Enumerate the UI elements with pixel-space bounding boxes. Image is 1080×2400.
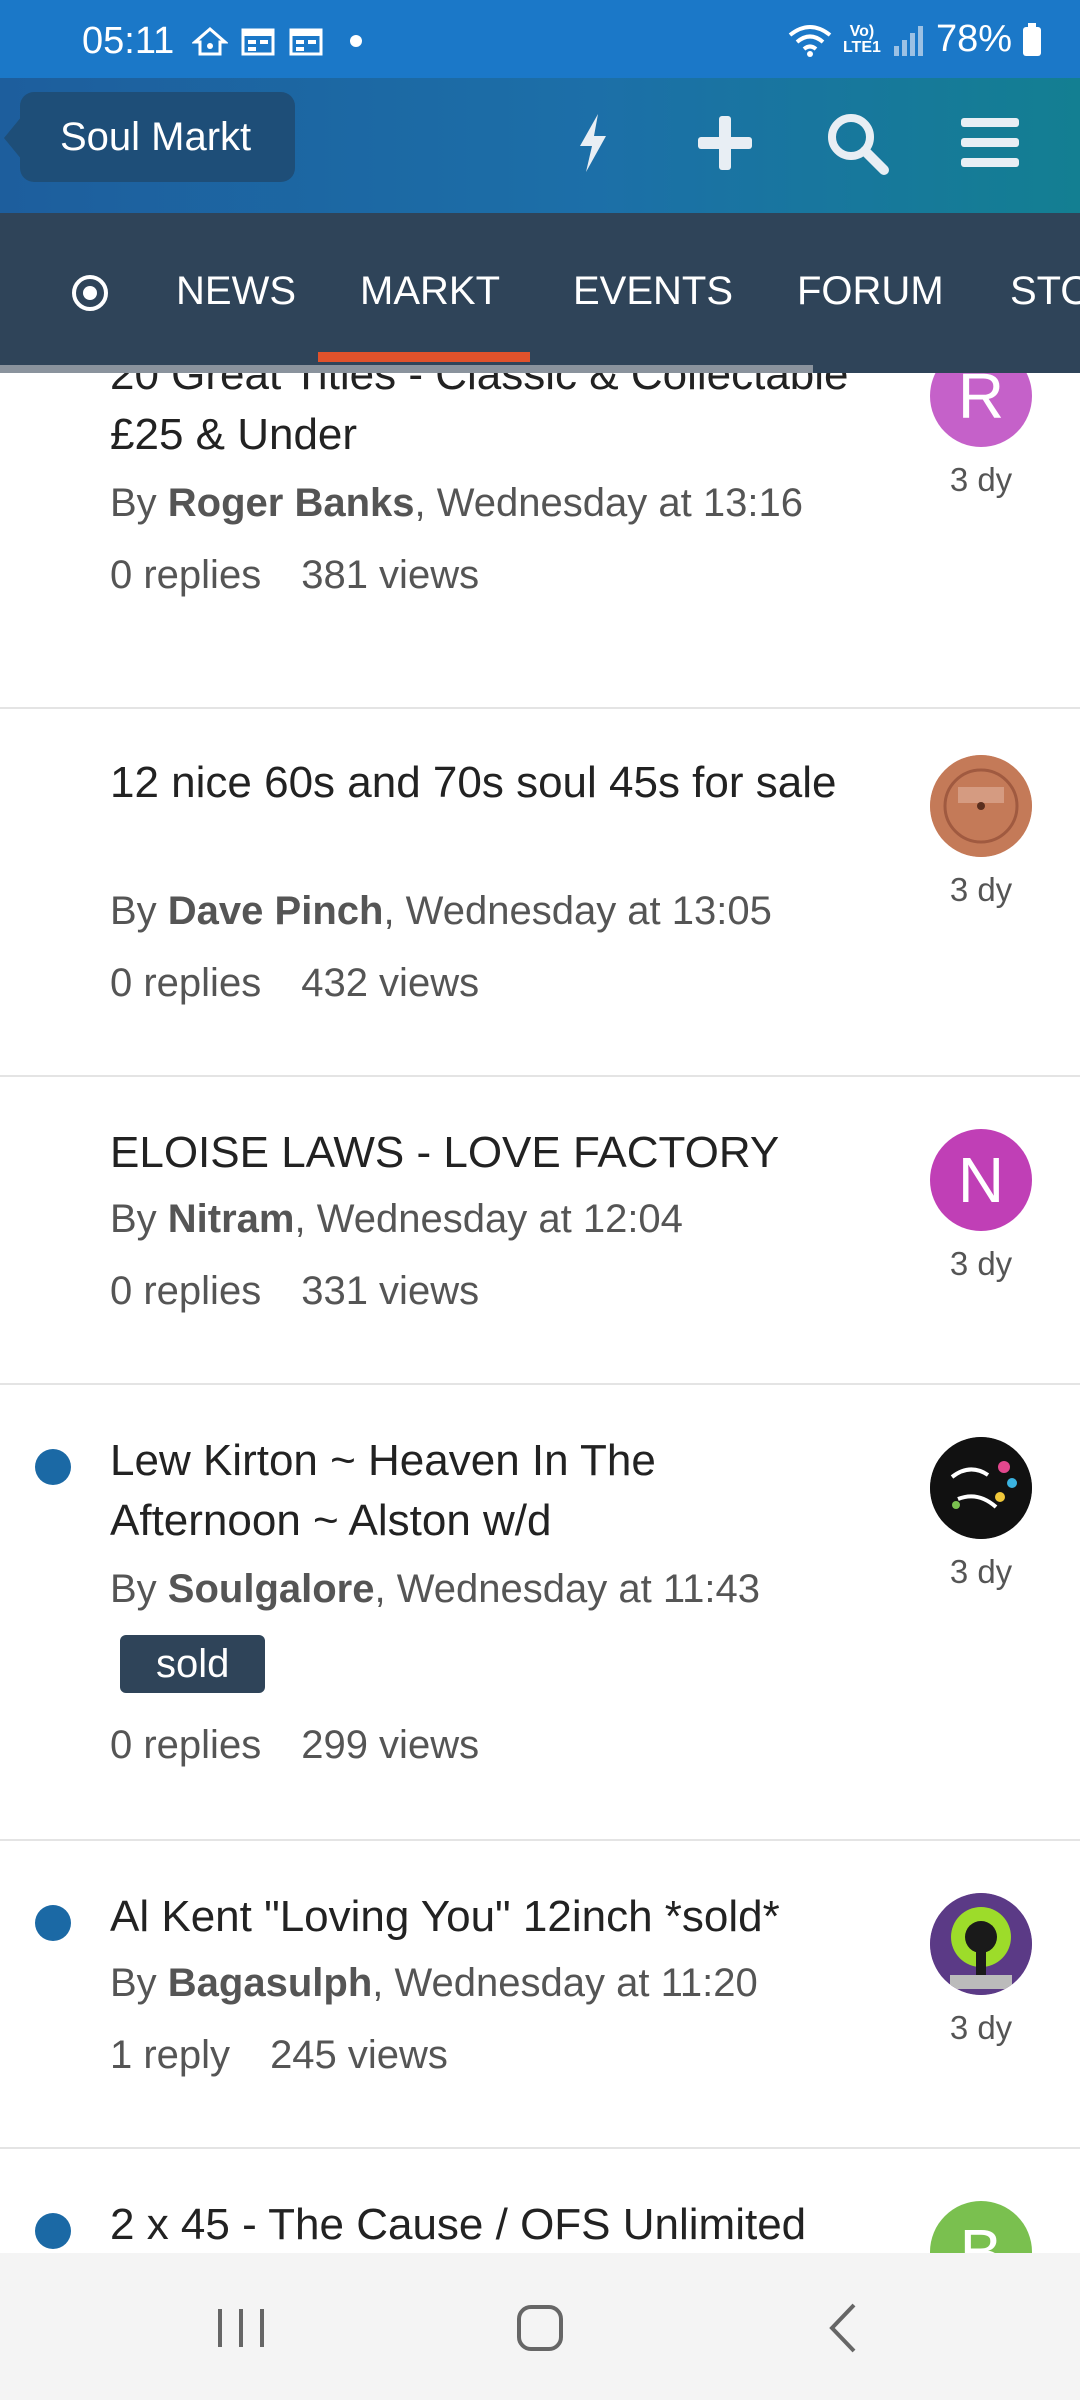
topic-age: 3 dy bbox=[949, 461, 1013, 498]
soulgalore-logo-image bbox=[930, 1437, 1032, 1539]
topic-author[interactable]: Bagasulph bbox=[168, 1961, 372, 2005]
record-label-image bbox=[930, 755, 1032, 857]
avatar[interactable]: R bbox=[930, 373, 1032, 447]
topic-author[interactable]: Soulgalore bbox=[168, 1567, 375, 1611]
topic-title[interactable]: Lew Kirton ~ Heaven In The Afternoon ~ A… bbox=[110, 1431, 850, 1551]
back-button-label: Soul Markt bbox=[60, 114, 252, 159]
topic-age: 3 dy bbox=[949, 871, 1013, 908]
topic-stats: 0 replies 299 views bbox=[110, 1723, 480, 1767]
avatar[interactable]: B bbox=[930, 2201, 1032, 2253]
topic-title[interactable]: Al Kent "Loving You" 12inch *sold* bbox=[110, 1887, 850, 1947]
topic-list: 20 Great Titles - Classic & Collectable … bbox=[0, 373, 1080, 2253]
lightning-icon[interactable] bbox=[558, 108, 628, 178]
topic-stats: 0 replies 432 views bbox=[110, 961, 480, 1005]
bagasulph-avatar-image bbox=[930, 1893, 1032, 1995]
search-icon[interactable] bbox=[822, 108, 892, 178]
topic-meta: By Roger Banks, Wednesday at 13:16 bbox=[110, 481, 803, 525]
tab-news[interactable]: NEWS bbox=[176, 269, 296, 314]
app-header: Soul Markt bbox=[0, 78, 1080, 213]
avatar[interactable] bbox=[930, 1893, 1032, 1995]
wifi-icon bbox=[788, 24, 832, 57]
topic-title[interactable]: 20 Great Titles - Classic & Collectable … bbox=[110, 373, 850, 465]
recent-apps-icon[interactable] bbox=[206, 2293, 276, 2363]
avatar[interactable] bbox=[930, 1437, 1032, 1539]
tab-forum[interactable]: FORUM bbox=[797, 269, 944, 314]
topic-meta: By Nitram, Wednesday at 12:04 bbox=[110, 1197, 683, 1241]
active-tab-indicator bbox=[318, 352, 530, 362]
list-item[interactable]: ELOISE LAWS - LOVE FACTORY By Nitram, We… bbox=[0, 1075, 1080, 1385]
plus-icon[interactable] bbox=[690, 108, 760, 178]
status-bar: 05:11 Vo) LTE1 78% bbox=[0, 0, 1080, 78]
tab-bar: NEWS MARKT EVENTS FORUM STO bbox=[0, 213, 1080, 373]
status-time: 05:11 bbox=[82, 20, 175, 62]
back-icon[interactable] bbox=[810, 2293, 880, 2363]
unread-indicator bbox=[35, 1905, 71, 1941]
battery-percent: 78% bbox=[935, 18, 1012, 60]
topic-title[interactable]: ELOISE LAWS - LOVE FACTORY bbox=[110, 1123, 850, 1183]
scroll-progress-bar bbox=[0, 365, 813, 373]
home-icon[interactable] bbox=[505, 2293, 575, 2363]
home-alert-icon bbox=[192, 27, 228, 56]
list-item[interactable]: 2 x 45 - The Cause / OFS Unlimited B bbox=[0, 2147, 1080, 2253]
topic-meta: By Dave Pinch, Wednesday at 13:05 bbox=[110, 889, 772, 933]
list-item[interactable]: Al Kent "Loving You" 12inch *sold* By Ba… bbox=[0, 1839, 1080, 2149]
topic-title[interactable]: 12 nice 60s and 70s soul 45s for sale bbox=[110, 753, 850, 813]
topic-author[interactable]: Roger Banks bbox=[168, 481, 415, 525]
topic-author[interactable]: Nitram bbox=[168, 1197, 295, 1241]
topic-age: 3 dy bbox=[949, 1553, 1013, 1590]
tab-events[interactable]: EVENTS bbox=[573, 269, 733, 314]
signal-icon bbox=[893, 25, 923, 56]
topic-author[interactable]: Dave Pinch bbox=[168, 889, 384, 933]
sold-tag[interactable]: sold bbox=[120, 1635, 266, 1693]
avatar[interactable] bbox=[930, 755, 1032, 857]
topic-stats: 0 replies 331 views bbox=[110, 1269, 480, 1313]
list-item[interactable]: 12 nice 60s and 70s soul 45s for sale By… bbox=[0, 707, 1080, 1077]
calendar-icon bbox=[241, 28, 275, 56]
topic-stats: 1 reply 245 views bbox=[110, 2033, 448, 2077]
topic-meta: By Bagasulph, Wednesday at 11:20 bbox=[110, 1961, 758, 2005]
network-type: Vo) LTE1 bbox=[842, 22, 881, 56]
list-item[interactable]: 20 Great Titles - Classic & Collectable … bbox=[0, 373, 1080, 709]
notification-dot bbox=[350, 35, 362, 47]
system-nav-bar bbox=[0, 2253, 1080, 2400]
tab-store[interactable]: STO bbox=[1010, 269, 1080, 314]
back-button[interactable]: Soul Markt bbox=[4, 92, 295, 182]
topic-meta: By Soulgalore, Wednesday at 11:43 bbox=[110, 1567, 760, 1611]
topic-title[interactable]: 2 x 45 - The Cause / OFS Unlimited bbox=[110, 2195, 850, 2253]
list-item[interactable]: Lew Kirton ~ Heaven In The Afternoon ~ A… bbox=[0, 1383, 1080, 1841]
topic-age: 3 dy bbox=[949, 2009, 1013, 2046]
avatar[interactable]: N bbox=[930, 1129, 1032, 1231]
unread-indicator bbox=[35, 1449, 71, 1485]
topic-age: 3 dy bbox=[949, 1245, 1013, 1282]
battery-icon bbox=[1023, 22, 1041, 56]
activity-radio-icon[interactable] bbox=[70, 273, 110, 313]
topic-stats: 0 replies 381 views bbox=[110, 553, 480, 597]
tab-markt[interactable]: MARKT bbox=[360, 269, 500, 314]
unread-indicator bbox=[35, 2213, 71, 2249]
menu-icon[interactable] bbox=[955, 108, 1025, 178]
calendar-icon bbox=[289, 28, 323, 56]
